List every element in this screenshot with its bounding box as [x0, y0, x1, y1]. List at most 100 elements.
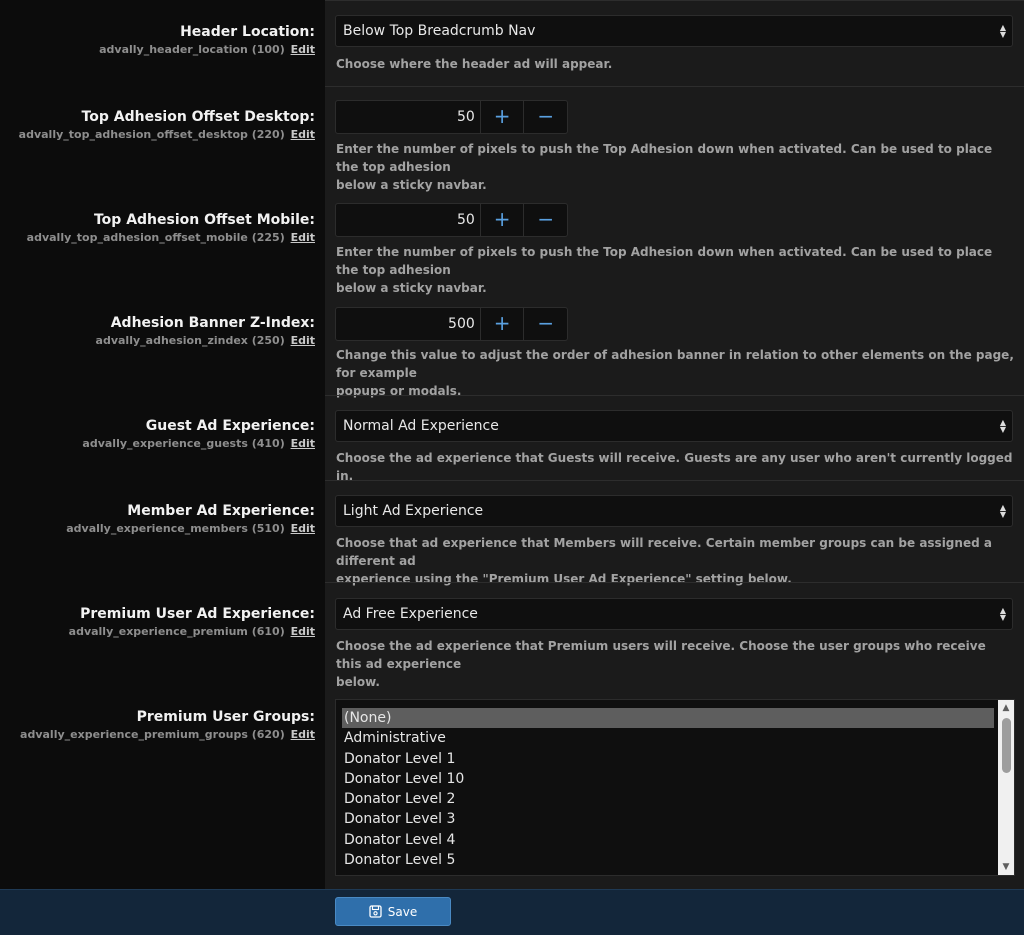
edit-link[interactable]: Edit: [291, 128, 315, 141]
guest-experience-select[interactable]: Normal Ad Experience ▲ ▼: [335, 410, 1013, 442]
setting-title: Guest Ad Experience:: [145, 418, 315, 434]
decrement-button[interactable]: −: [523, 308, 567, 340]
setting-key: advally_header_location (100) Edit: [99, 43, 315, 56]
offset-mobile-input[interactable]: 50: [336, 204, 480, 236]
increment-button[interactable]: +: [479, 101, 524, 133]
select-value: Below Top Breadcrumb Nav: [343, 23, 536, 39]
setting-key: advally_experience_guests (410) Edit: [82, 437, 315, 450]
help-line: Choose that ad experience that Members w…: [336, 536, 992, 568]
edit-link[interactable]: Edit: [291, 43, 315, 56]
divider: [325, 480, 1024, 481]
select-arrows-icon: ▲ ▼: [999, 418, 1007, 434]
setting-key-text: advally_top_adhesion_offset_mobile (225): [26, 231, 285, 244]
help-text: Choose where the header ad will appear.: [336, 57, 613, 71]
help-line: Enter the number of pixels to push the T…: [336, 142, 993, 174]
save-label: Save: [387, 904, 418, 919]
zindex-input[interactable]: 500: [336, 308, 480, 340]
zindex-label: Adhesion Banner Z-Index: advally_adhesio…: [96, 315, 315, 347]
save-button[interactable]: Save: [335, 897, 451, 926]
offset-mobile-label: Top Adhesion Offset Mobile: advally_top_…: [27, 212, 315, 244]
listbox-option[interactable]: Donator Level 4: [336, 830, 1014, 850]
listbox-option[interactable]: Donator Level 5: [336, 850, 1014, 870]
header-location-select[interactable]: Below Top Breadcrumb Nav ▲ ▼: [335, 15, 1013, 47]
listbox-options: (None) Administrative Donator Level 1 Donat…: [336, 700, 1014, 870]
premium-experience-select[interactable]: Ad Free Experience ▲ ▼: [335, 598, 1013, 630]
help-line: Enter the number of pixels to push the T…: [336, 245, 993, 277]
setting-key: advally_experience_premium_groups (620) …: [20, 728, 315, 741]
select-value: Light Ad Experience: [343, 503, 484, 519]
select-arrows-icon: ▲ ▼: [999, 606, 1007, 622]
increment-button[interactable]: +: [479, 204, 524, 236]
help-line: experience using the "Premium User Ad Ex…: [336, 572, 792, 586]
select-value: Ad Free Experience: [343, 606, 478, 622]
setting-key: advally_top_adhesion_offset_mobile (225)…: [27, 231, 315, 244]
help-line: below a sticky navbar.: [336, 178, 487, 192]
edit-link[interactable]: Edit: [291, 625, 315, 638]
setting-title: Top Adhesion Offset Desktop:: [81, 109, 315, 125]
header-location-label: Header Location: advally_header_location…: [99, 24, 315, 56]
help-text: Choose the ad experience that Premium us…: [336, 637, 1014, 691]
guest-experience-label: Guest Ad Experience: advally_experience_…: [82, 418, 315, 450]
premium-experience-label: Premium User Ad Experience: advally_expe…: [69, 606, 315, 638]
setting-title: Header Location:: [180, 24, 315, 40]
listbox-option[interactable]: Donator Level 2: [336, 789, 1014, 809]
decrement-button[interactable]: −: [523, 204, 567, 236]
edit-link[interactable]: Edit: [291, 334, 315, 347]
listbox-option[interactable]: (None): [342, 708, 994, 729]
help-line: Choose the ad experience that Premium us…: [336, 639, 986, 671]
help-text: Enter the number of pixels to push the T…: [336, 243, 1014, 297]
edit-link[interactable]: Edit: [291, 522, 315, 535]
help-line: popups or modals.: [336, 384, 462, 398]
setting-key-text: advally_experience_premium_groups (620): [20, 728, 285, 741]
member-experience-select[interactable]: Light Ad Experience ▲ ▼: [335, 495, 1013, 527]
setting-key-text: advally_experience_premium (610): [68, 625, 285, 638]
save-icon: [369, 905, 382, 918]
setting-title: Adhesion Banner Z-Index:: [110, 315, 315, 331]
scroll-up-icon[interactable]: ▲: [1000, 701, 1012, 715]
offset-desktop-label: Top Adhesion Offset Desktop: advally_top…: [19, 109, 315, 141]
scroll-down-icon[interactable]: ▼: [1000, 860, 1012, 874]
setting-key-text: advally_header_location (100): [99, 43, 285, 56]
select-arrows-icon: ▲ ▼: [999, 23, 1007, 39]
edit-link[interactable]: Edit: [291, 437, 315, 450]
help-line: below.: [336, 675, 380, 689]
help-line: Change this value to adjust the order of…: [336, 348, 1014, 380]
setting-key-text: advally_top_adhesion_offset_desktop (220…: [18, 128, 285, 141]
offset-desktop-spinbox: 50 + −: [335, 100, 568, 134]
help-text: Enter the number of pixels to push the T…: [336, 140, 1014, 194]
setting-key: advally_adhesion_zindex (250) Edit: [96, 334, 315, 347]
zindex-spinbox: 500 + −: [335, 307, 568, 341]
listbox-option[interactable]: Administrative: [336, 728, 1014, 748]
select-arrows-icon: ▲ ▼: [999, 503, 1007, 519]
listbox-option[interactable]: Donator Level 3: [336, 809, 1014, 829]
edit-link[interactable]: Edit: [291, 728, 315, 741]
setting-title: Premium User Ad Experience:: [80, 606, 315, 622]
divider: [325, 395, 1024, 396]
help-text: Change this value to adjust the order of…: [336, 346, 1014, 400]
setting-key-text: advally_adhesion_zindex (250): [95, 334, 285, 347]
setting-title: Member Ad Experience:: [127, 503, 315, 519]
setting-key: advally_experience_premium (610) Edit: [69, 625, 315, 638]
member-experience-label: Member Ad Experience: advally_experience…: [66, 503, 315, 535]
listbox-option[interactable]: Donator Level 10: [336, 769, 1014, 789]
select-value: Normal Ad Experience: [343, 418, 499, 434]
premium-groups-label: Premium User Groups: advally_experience_…: [20, 709, 315, 741]
setting-key-text: advally_experience_guests (410): [82, 437, 285, 450]
scrollbar-thumb[interactable]: [1002, 718, 1011, 773]
setting-title: Premium User Groups:: [136, 709, 315, 725]
offset-mobile-spinbox: 50 + −: [335, 203, 568, 237]
decrement-button[interactable]: −: [523, 101, 567, 133]
divider: [325, 0, 1024, 1]
setting-key: advally_top_adhesion_offset_desktop (220…: [19, 128, 315, 141]
edit-link[interactable]: Edit: [291, 231, 315, 244]
setting-key: advally_experience_members (510) Edit: [66, 522, 315, 535]
setting-key-text: advally_experience_members (510): [66, 522, 285, 535]
premium-groups-listbox[interactable]: (None) Administrative Donator Level 1 Donat…: [335, 699, 1015, 876]
help-line: below a sticky navbar.: [336, 281, 487, 295]
increment-button[interactable]: +: [479, 308, 524, 340]
listbox-option[interactable]: Donator Level 1: [336, 749, 1014, 769]
offset-desktop-input[interactable]: 50: [336, 101, 480, 133]
divider: [325, 582, 1024, 583]
divider: [325, 86, 1024, 87]
help-text: Choose that ad experience that Members w…: [336, 534, 1014, 588]
